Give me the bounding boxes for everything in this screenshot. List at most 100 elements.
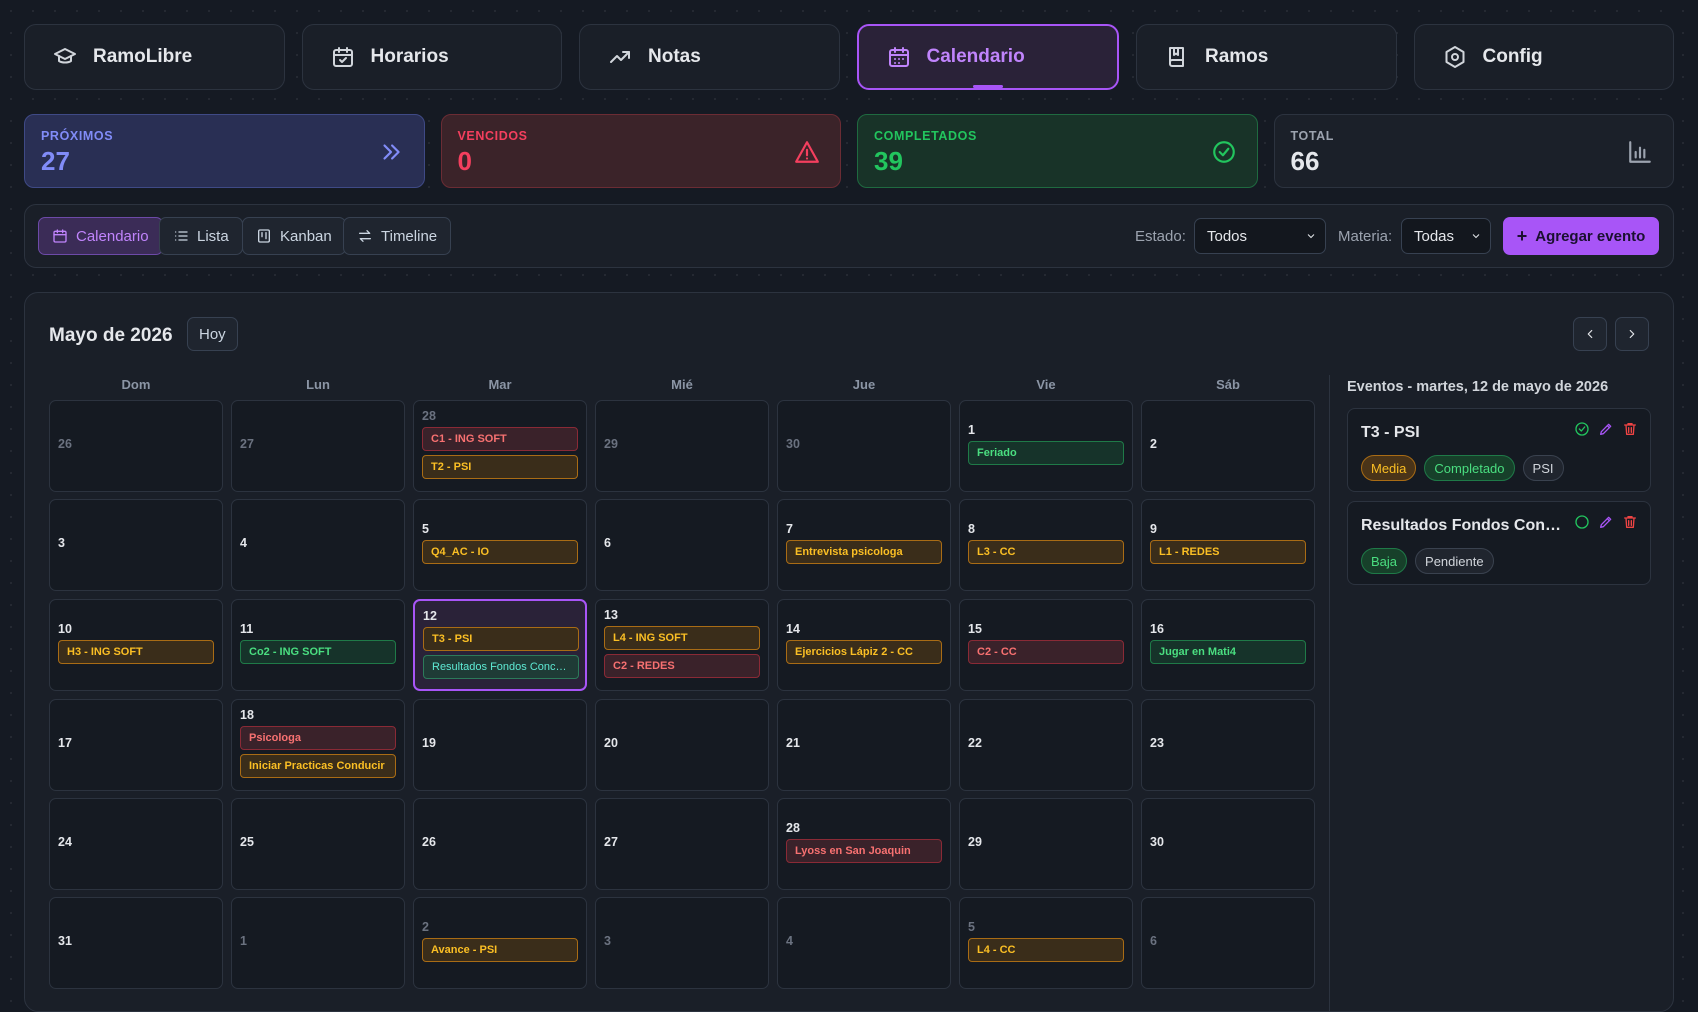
calendar-event[interactable]: Jugar en Mati4 bbox=[1150, 640, 1306, 664]
day-cell[interactable]: 30 bbox=[777, 400, 951, 492]
calendar-event[interactable]: C2 - CC bbox=[968, 640, 1124, 664]
calendar-event[interactable]: T2 - PSI bbox=[422, 455, 578, 479]
trash-icon[interactable] bbox=[1622, 514, 1638, 530]
day-cell[interactable]: 27 bbox=[595, 798, 769, 890]
estado-value: Todos bbox=[1207, 227, 1248, 245]
day-cell[interactable]: 6 bbox=[595, 499, 769, 591]
day-cell[interactable]: 17 bbox=[49, 699, 223, 791]
view-lista-button[interactable]: Lista bbox=[159, 217, 243, 255]
nav-notas[interactable]: Notas bbox=[579, 24, 840, 90]
day-cell[interactable]: 2 Avance - PSI bbox=[413, 897, 587, 989]
calendar-event[interactable]: C2 - REDES bbox=[604, 654, 760, 678]
calendar-event[interactable]: T3 - PSI bbox=[423, 627, 579, 651]
weekday-header: Jue bbox=[852, 377, 876, 392]
day-number: 31 bbox=[58, 934, 72, 948]
day-cell[interactable]: 1 Feriado bbox=[959, 400, 1133, 492]
add-event-button[interactable]: + Agregar evento bbox=[1503, 217, 1659, 255]
day-cell[interactable]: 23 bbox=[1141, 699, 1315, 791]
event-card[interactable]: Resultados Fondos Concursables Baja Pend… bbox=[1347, 501, 1651, 585]
day-cell[interactable]: 10 H3 - ING SOFT bbox=[49, 599, 223, 691]
calendar-panel: Mayo de 2026 Hoy Dom Lun Mar Mié Jue Vie Sáb 26… bbox=[24, 292, 1674, 1012]
view-label: Timeline bbox=[381, 227, 438, 245]
month-title: Mayo de 2026 bbox=[49, 325, 173, 346]
day-cell[interactable]: 29 bbox=[959, 798, 1133, 890]
calendar-event[interactable]: L4 - CC bbox=[968, 938, 1124, 962]
day-number: 28 bbox=[422, 409, 436, 423]
day-cell[interactable]: 1 bbox=[231, 897, 405, 989]
next-month-button[interactable] bbox=[1615, 317, 1649, 351]
day-cell[interactable]: 22 bbox=[959, 699, 1133, 791]
estado-select[interactable]: Todos bbox=[1194, 218, 1326, 254]
nav-config[interactable]: Config bbox=[1413, 24, 1674, 90]
nav-calendario[interactable]: Calendario bbox=[856, 24, 1119, 90]
day-cell[interactable]: 4 bbox=[777, 897, 951, 989]
day-cell[interactable]: 7 Entrevista psicologa bbox=[777, 499, 951, 591]
day-cell[interactable]: 21 bbox=[777, 699, 951, 791]
day-number: 25 bbox=[240, 835, 254, 849]
prev-month-button[interactable] bbox=[1573, 317, 1607, 351]
check-circle-icon[interactable] bbox=[1574, 421, 1590, 437]
day-cell[interactable]: 29 bbox=[595, 400, 769, 492]
calendar-event[interactable]: Iniciar Practicas Conducir bbox=[240, 754, 396, 778]
day-number: 24 bbox=[58, 835, 72, 849]
day-cell[interactable]: 28 Lyoss en San Joaquin bbox=[777, 798, 951, 890]
edit-icon[interactable] bbox=[1598, 514, 1614, 530]
day-cell[interactable]: 3 bbox=[49, 499, 223, 591]
day-cell[interactable]: 26 bbox=[413, 798, 587, 890]
calendar-event[interactable]: L3 - CC bbox=[968, 540, 1124, 564]
day-cell[interactable]: 16 Jugar en Mati4 bbox=[1141, 599, 1315, 691]
calendar-event[interactable]: L4 - ING SOFT bbox=[604, 626, 760, 650]
day-cell[interactable]: 20 bbox=[595, 699, 769, 791]
materia-select[interactable]: Todas bbox=[1401, 218, 1491, 254]
calendar-event[interactable]: Lyoss en San Joaquin bbox=[786, 839, 942, 863]
day-cell[interactable]: 9 L1 - REDES bbox=[1141, 499, 1315, 591]
event-card[interactable]: T3 - PSI Media Completado PSI bbox=[1347, 408, 1651, 492]
day-number: 2 bbox=[422, 920, 429, 934]
day-cell[interactable]: 24 bbox=[49, 798, 223, 890]
day-cell[interactable]: 13 L4 - ING SOFT C2 - REDES bbox=[595, 599, 769, 691]
day-cell[interactable]: 5 L4 - CC bbox=[959, 897, 1133, 989]
day-cell[interactable]: 12 T3 - PSI Resultados Fondos Concursables bbox=[413, 599, 587, 691]
day-cell[interactable]: 31 bbox=[49, 897, 223, 989]
calendar-event[interactable]: Avance - PSI bbox=[422, 938, 578, 962]
day-cell[interactable]: 28 C1 - ING SOFT T2 - PSI bbox=[413, 400, 587, 492]
day-number: 6 bbox=[1150, 934, 1157, 948]
calendar-event[interactable]: Entrevista psicologa bbox=[786, 540, 942, 564]
day-cell[interactable]: 5 Q4_AC - IO bbox=[413, 499, 587, 591]
trash-icon[interactable] bbox=[1622, 421, 1638, 437]
day-cell[interactable]: 19 bbox=[413, 699, 587, 791]
day-cell[interactable]: 26 bbox=[49, 400, 223, 492]
day-cell[interactable]: 14 Ejercicios Lápiz 2 - CC bbox=[777, 599, 951, 691]
view-timeline-button[interactable]: Timeline bbox=[343, 217, 452, 255]
day-cell[interactable]: 2 bbox=[1141, 400, 1315, 492]
day-cell[interactable]: 15 C2 - CC bbox=[959, 599, 1133, 691]
calendar-event[interactable]: Resultados Fondos Concursables bbox=[423, 655, 579, 679]
today-button[interactable]: Hoy bbox=[187, 317, 238, 351]
view-kanban-button[interactable]: Kanban bbox=[242, 217, 346, 255]
calendar-event[interactable]: Psicologa bbox=[240, 726, 396, 750]
calendar-event[interactable]: Ejercicios Lápiz 2 - CC bbox=[786, 640, 942, 664]
view-calendario-button[interactable]: Calendario bbox=[38, 217, 163, 255]
day-cell[interactable]: 25 bbox=[231, 798, 405, 890]
nav-horarios[interactable]: Horarios bbox=[301, 24, 562, 90]
calendar-event[interactable]: Co2 - ING SOFT bbox=[240, 640, 396, 664]
day-cell[interactable]: 8 L3 - CC bbox=[959, 499, 1133, 591]
day-cell[interactable]: 4 bbox=[231, 499, 405, 591]
day-cell[interactable]: 30 bbox=[1141, 798, 1315, 890]
calendar-event[interactable]: L1 - REDES bbox=[1150, 540, 1306, 564]
calendar-event[interactable]: Feriado bbox=[968, 441, 1124, 465]
calendar-event[interactable]: Q4_AC - IO bbox=[422, 540, 578, 564]
edit-icon[interactable] bbox=[1598, 421, 1614, 437]
calendar-event[interactable]: C1 - ING SOFT bbox=[422, 427, 578, 451]
day-cell[interactable]: 6 bbox=[1141, 897, 1315, 989]
nav-ramos[interactable]: Ramos bbox=[1136, 24, 1397, 90]
circle-icon[interactable] bbox=[1574, 514, 1590, 530]
calendar-event[interactable]: H3 - ING SOFT bbox=[58, 640, 214, 664]
nav-ramolibre[interactable]: RamoLibre bbox=[24, 24, 285, 90]
day-cell[interactable]: 3 bbox=[595, 897, 769, 989]
day-number: 26 bbox=[422, 835, 436, 849]
day-cell[interactable]: 27 bbox=[231, 400, 405, 492]
day-cell[interactable]: 18 Psicologa Iniciar Practicas Conducir bbox=[231, 699, 405, 791]
chevron-right-icon bbox=[1629, 329, 1635, 339]
day-cell[interactable]: 11 Co2 - ING SOFT bbox=[231, 599, 405, 691]
